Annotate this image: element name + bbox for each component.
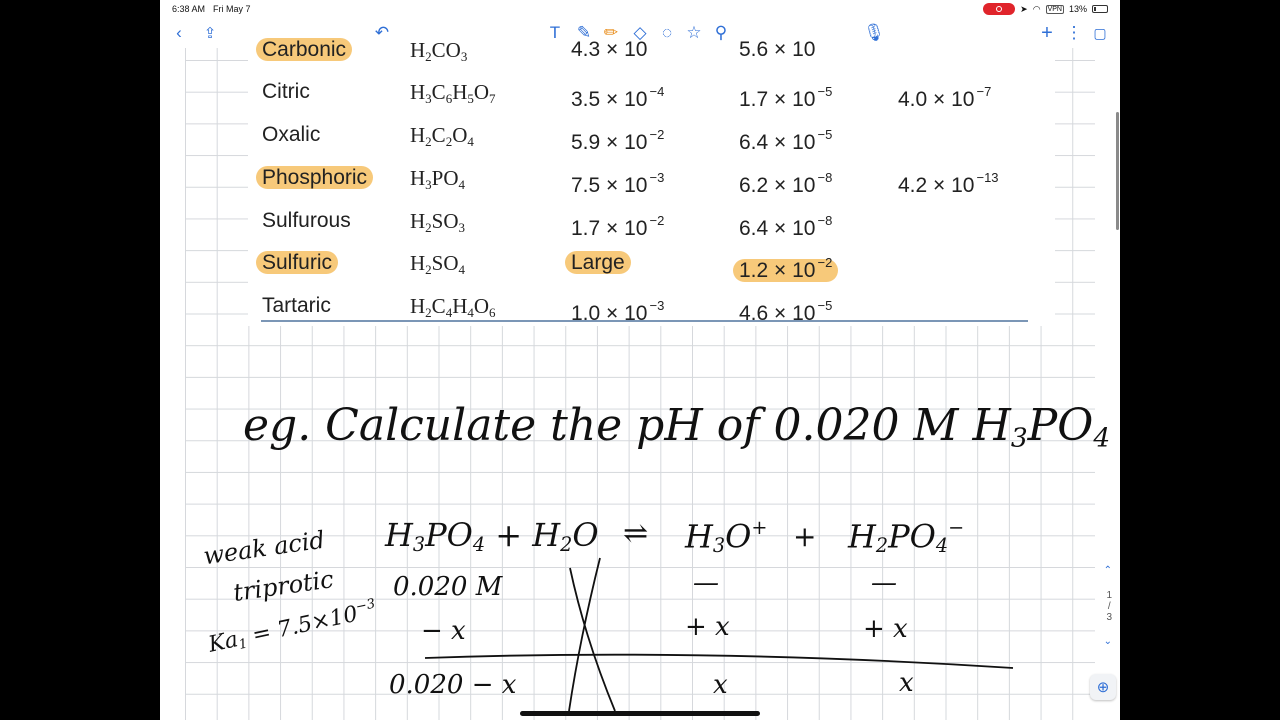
status-right: ➤ ◠ VPN 13% — [983, 3, 1108, 15]
battery-percent: 13% — [1068, 4, 1087, 14]
ink-strokes — [424, 557, 1014, 712]
scrollbar-thumb[interactable] — [1116, 112, 1119, 230]
back-icon[interactable]: ‹ — [168, 22, 190, 44]
note-page[interactable]: Carbonic H2CO3 4.3 × 10 5.6 × 10 Citric H3C6H… — [185, 38, 1110, 720]
page-up-icon[interactable]: ⌃ — [1104, 565, 1112, 576]
status-date: Fri May 7 — [213, 4, 251, 14]
ice-divider-stroke — [424, 653, 1014, 669]
home-indicator[interactable] — [520, 711, 760, 716]
battery-icon — [1092, 5, 1108, 13]
status-bar: 6:38 AM Fri May 7 ➤ ◠ VPN 13% — [160, 0, 1120, 18]
share-icon[interactable]: ⇪ — [199, 22, 221, 44]
zoom-icon[interactable]: ⊕ — [1090, 674, 1116, 700]
pages-icon[interactable]: ▢ — [1089, 22, 1111, 44]
location-icon: ➤ — [1020, 3, 1028, 14]
page-down-icon[interactable]: ⌄ — [1104, 636, 1112, 647]
page-indicator: 1 / 3 — [1106, 590, 1112, 623]
wifi-icon: ◠ — [1032, 3, 1041, 14]
page-total: 3 — [1106, 612, 1112, 623]
page-current: 1 — [1106, 590, 1112, 601]
status-time: 6:38 AM — [172, 4, 206, 14]
app-screen: 6:38 AM Fri May 7 ➤ ◠ VPN 13% ‹ ⇪ ↶ T ✎ … — [160, 0, 1120, 720]
vpn-badge: VPN — [1045, 4, 1064, 14]
screen-recording-icon[interactable] — [983, 3, 1016, 15]
more-icon[interactable]: ⋮ — [1063, 22, 1085, 44]
page-separator: / — [1107, 601, 1111, 612]
